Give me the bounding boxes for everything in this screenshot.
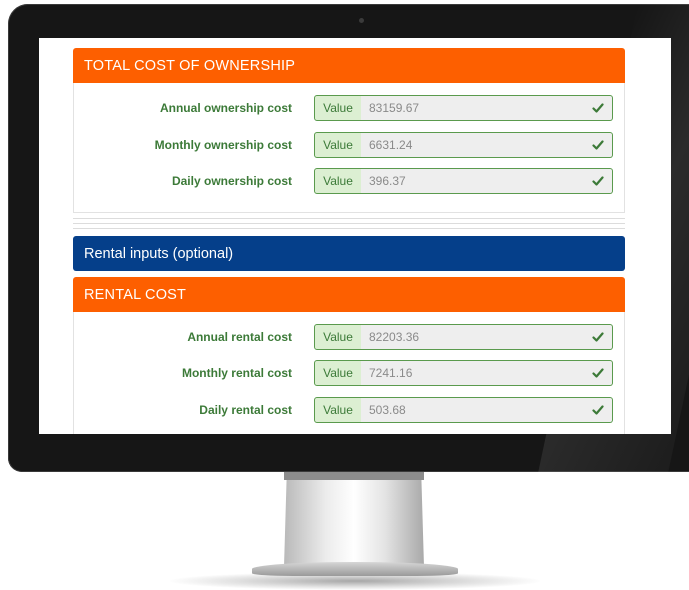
daily-ownership-cost-value: 396.37	[369, 174, 406, 188]
camera-icon	[359, 18, 364, 23]
monitor-stand	[284, 472, 424, 567]
monthly-rental-cost-field[interactable]: 7241.16	[361, 360, 613, 386]
section-divider	[73, 223, 625, 224]
app-screen: TOTAL COST OF OWNERSHIP Annual ownership…	[39, 38, 671, 434]
daily-ownership-cost-label: Daily ownership cost	[171, 174, 292, 188]
daily-rental-cost-field[interactable]: 503.68	[361, 397, 613, 423]
annual-ownership-cost-value: 83159.67	[369, 101, 420, 115]
monthly-rental-cost-row: Monthly rental cost Value 7241.16	[73, 360, 625, 386]
check-icon	[592, 332, 604, 342]
monitor-base	[252, 562, 458, 576]
value-addon: Value	[314, 132, 362, 158]
rental-panel-header: RENTAL COST	[73, 277, 625, 312]
check-icon	[592, 176, 604, 186]
value-addon: Value	[314, 168, 362, 194]
monthly-ownership-cost-value: 6631.24	[369, 138, 413, 152]
check-icon	[592, 140, 604, 150]
monthly-ownership-cost-label: Monthly ownership cost	[154, 138, 292, 152]
check-icon	[592, 368, 604, 378]
annual-ownership-cost-row: Annual ownership cost Value 83159.67	[73, 95, 625, 121]
value-addon: Value	[314, 324, 362, 350]
annual-ownership-cost-field[interactable]: 83159.67	[361, 95, 613, 121]
annual-ownership-cost-label: Annual ownership cost	[159, 101, 292, 115]
rental-inputs-toggle[interactable]: Rental inputs (optional)	[73, 236, 625, 271]
ownership-panel-title: TOTAL COST OF OWNERSHIP	[84, 57, 296, 74]
monthly-ownership-cost-row: Monthly ownership cost Value 6631.24	[73, 132, 625, 158]
rental-inputs-title: Rental inputs (optional)	[84, 245, 234, 262]
monthly-ownership-cost-field[interactable]: 6631.24	[361, 132, 613, 158]
daily-rental-cost-value: 503.68	[369, 403, 406, 417]
value-addon: Value	[314, 397, 362, 423]
rental-panel-title: RENTAL COST	[84, 286, 187, 303]
annual-rental-cost-value: 82203.36	[369, 330, 420, 344]
monitor-stand-neck	[284, 472, 424, 480]
annual-rental-cost-field[interactable]: 82203.36	[361, 324, 613, 350]
ownership-panel-header: TOTAL COST OF OWNERSHIP	[73, 48, 625, 83]
annual-rental-cost-row: Annual rental cost Value 82203.36	[73, 324, 625, 350]
daily-ownership-cost-field[interactable]: 396.37	[361, 168, 613, 194]
check-icon	[592, 103, 604, 113]
monthly-rental-cost-label: Monthly rental cost	[181, 366, 292, 380]
daily-ownership-cost-row: Daily ownership cost Value 396.37	[73, 168, 625, 194]
section-divider	[73, 228, 625, 229]
check-icon	[592, 405, 604, 415]
value-addon: Value	[314, 360, 362, 386]
monthly-rental-cost-value: 7241.16	[369, 366, 413, 380]
value-addon: Value	[314, 95, 362, 121]
annual-rental-cost-label: Annual rental cost	[187, 330, 292, 344]
daily-rental-cost-label: Daily rental cost	[199, 403, 292, 417]
section-divider	[73, 218, 625, 219]
daily-rental-cost-row: Daily rental cost Value 503.68	[73, 397, 625, 423]
